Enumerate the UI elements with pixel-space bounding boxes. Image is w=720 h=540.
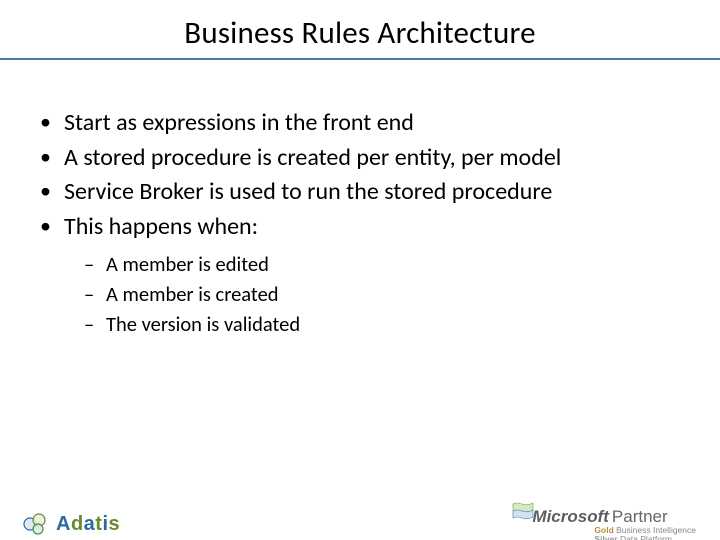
list-item: A stored procedure is created per entity… [30, 143, 690, 174]
microsoft-partner-main: Microsoft Partner [532, 508, 696, 526]
list-item-text: This happens when: [64, 212, 258, 241]
list-item: A member is edited [76, 251, 690, 277]
list-item: Start as expressions in the front end [30, 108, 690, 139]
microsoft-partner-logo: Microsoft Partner Gold Business Intellig… [532, 508, 696, 540]
microsoft-partner-sub2: Silver Data Platform [532, 535, 696, 540]
bullet-list: Start as expressions in the front end A … [30, 108, 690, 338]
list-item: This happens when: A member is edited A … [30, 212, 690, 337]
silver-text: Data Platform [620, 534, 672, 540]
slide-title: Business Rules Architecture [0, 14, 720, 52]
microsoft-word: Microsoft [532, 508, 609, 526]
slide-content: Start as expressions in the front end A … [30, 108, 690, 338]
adatis-logo-icon [22, 510, 50, 538]
silver-label: Silver [594, 534, 617, 540]
footer: Adatis Microsoft Partner Gold Business I… [0, 490, 720, 540]
list-item: A member is created [76, 281, 690, 307]
sub-bullet-list: A member is edited A member is created T… [76, 251, 690, 338]
title-underline [0, 58, 720, 60]
list-item: Service Broker is used to run the stored… [30, 177, 690, 208]
list-item: The version is validated [76, 311, 690, 337]
adatis-logo: Adatis [22, 510, 120, 538]
partner-word: Partner [612, 508, 668, 526]
microsoft-flag-icon [512, 502, 534, 520]
adatis-logo-text: Adatis [56, 513, 120, 536]
